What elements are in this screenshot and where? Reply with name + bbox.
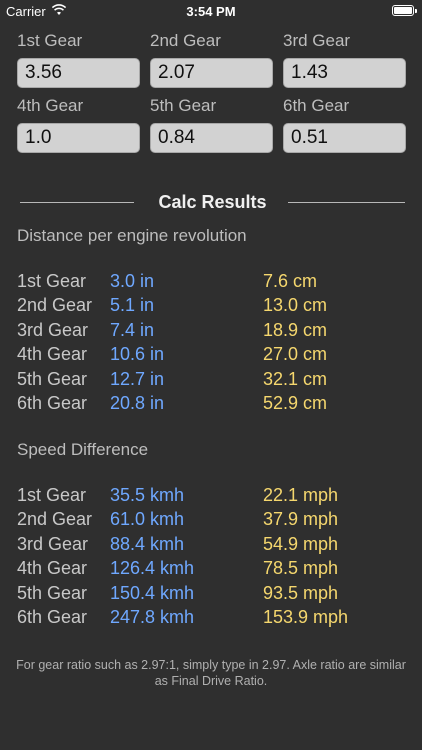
metric-value: 27.0 cm [263,344,328,365]
distance-row: 5th Gear 12.7 in 32.1 cm [17,367,417,391]
gear-name: 5th Gear [17,368,88,389]
distance-row: 2nd Gear 5.1 in 13.0 cm [17,293,417,317]
gear-6-input[interactable]: 0.51 [283,123,406,153]
status-bar: Carrier 3:54 PM [0,0,422,22]
gear-4-label: 4th Gear [17,96,84,115]
mph-value: 153.9 mph [263,606,349,627]
gear-6-label: 6th Gear [283,96,350,115]
gear-3-input[interactable]: 1.43 [283,58,406,88]
gear-name: 3rd Gear [17,319,89,340]
metric-value: 32.1 cm [263,368,328,389]
distance-row: 6th Gear 20.8 in 52.9 cm [17,391,417,415]
kmh-value: 150.4 kmh [110,582,195,603]
gear-4-input[interactable]: 1.0 [17,123,140,153]
gear-5-input[interactable]: 0.84 [150,123,273,153]
gear-3-label: 3rd Gear [283,31,351,50]
mph-value: 78.5 mph [263,558,339,579]
gear-name: 4th Gear [17,344,88,365]
gear-name: 1st Gear [17,271,87,291]
distance-heading: Distance per engine revolution [17,226,247,245]
gear-2-label: 2nd Gear [150,31,221,50]
kmh-value: 35.5 kmh [110,485,185,505]
speed-row: 5th Gear 150.4 kmh 93.5 mph [17,581,417,605]
speed-list: 1st Gear 35.5 kmh 22.1 mph 2nd Gear 61.0… [17,483,417,629]
divider-right [288,202,405,203]
gear-5-cell: 5th Gear 0.84 [150,95,273,153]
gear-1-label: 1st Gear [17,31,83,50]
distance-list: 1st Gear 3.0 in 7.6 cm 2nd Gear 5.1 in 1… [17,269,417,415]
speed-row: 1st Gear 35.5 kmh 22.1 mph [17,483,417,507]
speed-row: 3rd Gear 88.4 kmh 54.9 mph [17,532,417,556]
imperial-value: 7.4 in [110,319,155,340]
kmh-value: 88.4 kmh [110,533,185,554]
metric-value: 13.0 cm [263,295,328,316]
mph-value: 37.9 mph [263,509,339,530]
gear-5-label: 5th Gear [150,96,217,115]
metric-value: 52.9 cm [263,392,328,413]
gear-name: 2nd Gear [17,295,93,316]
mph-value: 22.1 mph [263,485,339,505]
gear-2-input[interactable]: 2.07 [150,58,273,88]
speed-row: 2nd Gear 61.0 kmh 37.9 mph [17,507,417,531]
imperial-value: 3.0 in [110,271,155,291]
battery-icon [392,5,417,16]
imperial-value: 20.8 in [110,392,165,413]
metric-value: 18.9 cm [263,319,328,340]
kmh-value: 61.0 kmh [110,509,185,530]
distance-row: 3rd Gear 7.4 in 18.9 cm [17,318,417,342]
gear-name: 3rd Gear [17,533,89,554]
gear-name: 5th Gear [17,582,88,603]
gear-name: 6th Gear [17,392,88,413]
footnote: For gear ratio such as 2.97:1, simply ty… [16,658,406,688]
calc-results-header: Calc Results [20,190,405,216]
imperial-value: 10.6 in [110,344,165,365]
mph-value: 54.9 mph [263,533,339,554]
gear-2-cell: 2nd Gear 2.07 [150,30,273,88]
imperial-value: 5.1 in [110,295,155,316]
gear-name: 6th Gear [17,606,88,627]
metric-value: 7.6 cm [263,271,318,291]
speed-row: 6th Gear 247.8 kmh 153.9 mph [17,605,417,629]
speed-row: 4th Gear 126.4 kmh 78.5 mph [17,556,417,580]
gear-4-cell: 4th Gear 1.0 [17,95,140,153]
distance-row: 4th Gear 10.6 in 27.0 cm [17,342,417,366]
gear-3-cell: 3rd Gear 1.43 [283,30,406,88]
clock: 3:54 PM [186,4,236,19]
gear-name: 1st Gear [17,485,87,505]
gear-name: 4th Gear [17,558,88,579]
gear-1-input[interactable]: 3.56 [17,58,140,88]
gear-6-cell: 6th Gear 0.51 [283,95,406,153]
kmh-value: 126.4 kmh [110,558,195,579]
mph-value: 93.5 mph [263,582,339,603]
distance-row: 1st Gear 3.0 in 7.6 cm [17,269,417,293]
gear-name: 2nd Gear [17,509,93,530]
gear-1-cell: 1st Gear 3.56 [17,30,140,88]
imperial-value: 12.7 in [110,368,165,389]
speed-heading: Speed Difference [17,440,149,459]
kmh-value: 247.8 kmh [110,606,195,627]
